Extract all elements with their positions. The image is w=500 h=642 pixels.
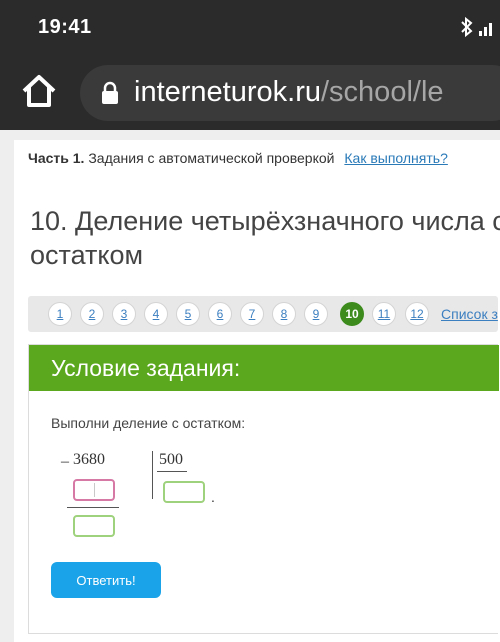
url-path: /school/le <box>321 76 444 108</box>
task-navigation: 1 2 3 4 5 6 7 8 9 10 11 12 Список з <box>28 296 498 332</box>
subtrahend-input[interactable] <box>73 479 115 501</box>
divisor-underline <box>157 471 187 472</box>
browser-toolbar: interneturok.ru/school/le <box>0 56 500 130</box>
card-header-title: Условие задания: <box>51 355 241 381</box>
task-link-3[interactable]: 3 <box>112 302 136 326</box>
status-icons <box>460 16 500 40</box>
lock-icon <box>102 81 118 104</box>
how-to-link[interactable]: Как выполнять? <box>344 150 448 166</box>
input-caret <box>94 483 95 497</box>
task-link-12[interactable]: 12 <box>405 302 429 326</box>
task-link-5[interactable]: 5 <box>176 302 200 326</box>
task-card: Условие задания: Выполни деление с остат… <box>28 344 499 634</box>
quotient-dot: . <box>211 489 215 505</box>
dividend: 3680 <box>73 451 105 468</box>
signal-icon <box>479 23 492 36</box>
page-title: 10. Деление четырёхзначного числа с оста… <box>30 206 500 270</box>
task-prompt: Выполни деление с остатком: <box>51 415 246 431</box>
quotient-input[interactable] <box>163 481 205 503</box>
minus-sign: – <box>61 453 69 470</box>
task-link-1[interactable]: 1 <box>48 302 72 326</box>
task-link-8[interactable]: 8 <box>272 302 296 326</box>
subtraction-line <box>67 507 119 508</box>
task-list-link[interactable]: Список з <box>441 306 498 322</box>
task-link-10-active[interactable]: 10 <box>340 302 364 326</box>
page-background: Часть 1. Задания с автоматической провер… <box>0 130 500 642</box>
status-time: 19:41 <box>38 16 92 38</box>
address-bar[interactable]: interneturok.ru/school/le <box>80 65 500 121</box>
home-button[interactable] <box>20 72 58 110</box>
task-link-7[interactable]: 7 <box>240 302 264 326</box>
breadcrumb: Часть 1. Задания с автоматической провер… <box>28 150 448 166</box>
answer-button[interactable]: Ответить! <box>51 562 161 598</box>
task-link-4[interactable]: 4 <box>144 302 168 326</box>
divisor: 500 <box>159 451 183 468</box>
division-vertical-line <box>152 451 153 499</box>
status-bar: 19:41 <box>0 0 500 56</box>
remainder-input[interactable] <box>73 515 115 537</box>
task-link-11[interactable]: 11 <box>372 302 396 326</box>
bluetooth-icon <box>461 16 473 38</box>
task-link-6[interactable]: 6 <box>208 302 232 326</box>
card-header: Условие задания: <box>29 345 499 391</box>
breadcrumb-part: Часть 1. <box>28 150 85 166</box>
task-link-2[interactable]: 2 <box>80 302 104 326</box>
url-host: interneturok.ru <box>134 76 321 108</box>
url-text: interneturok.ru/school/le <box>134 76 444 109</box>
task-link-9[interactable]: 9 <box>304 302 328 326</box>
breadcrumb-text: Задания с автоматической проверкой <box>88 150 335 166</box>
home-icon <box>22 75 56 107</box>
